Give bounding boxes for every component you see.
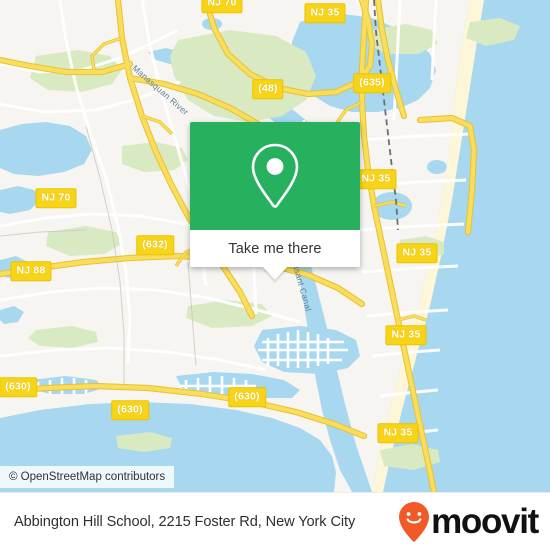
shield-632: (632) xyxy=(136,235,174,255)
shield-nj35-top: NJ 35 xyxy=(304,3,346,23)
popup-pointer-tail xyxy=(263,267,287,280)
footer-bar: Abbington Hill School, 2215 Foster Rd, N… xyxy=(0,492,550,550)
moovit-brand[interactable]: moovit xyxy=(398,501,539,543)
shield-nj70: NJ 70 xyxy=(35,188,77,208)
popup-footer[interactable]: Take me there xyxy=(190,230,360,267)
shield-nj35-lower: NJ 35 xyxy=(385,325,427,345)
shield-nj35-mid: NJ 35 xyxy=(355,169,397,189)
take-me-there-button[interactable]: Take me there xyxy=(228,241,321,257)
shield-nj70-top: NJ 70 xyxy=(201,0,243,13)
attribution-text: © OpenStreetMap contributors xyxy=(9,471,166,483)
shield-nj35-right: NJ 35 xyxy=(396,243,438,263)
popup-header xyxy=(190,122,360,230)
map-pin-icon xyxy=(251,143,299,208)
map-attribution[interactable]: © OpenStreetMap contributors xyxy=(0,466,175,488)
moovit-wordmark: moovit xyxy=(431,502,539,541)
shield-630-left: (630) xyxy=(0,377,37,397)
shield-635: (635) xyxy=(353,73,391,93)
map-canvas[interactable]: NJ 70 NJ 35 (48) (635) NJ 70 NJ 35 (632) NJ 35 N… xyxy=(0,0,550,492)
shield-630-center: (630) xyxy=(111,400,149,420)
moovit-smiley-pin-icon xyxy=(399,501,430,542)
shield-nj88: NJ 88 xyxy=(10,261,52,281)
shield-nj35-bottom: NJ 35 xyxy=(377,423,419,443)
map-screenshot: NJ 70 NJ 35 (48) (635) NJ 70 NJ 35 (632) NJ 35 N… xyxy=(0,0,550,550)
shield-48: (48) xyxy=(252,79,284,99)
place-popup-card[interactable]: Take me there xyxy=(190,122,360,280)
shield-630-right: (630) xyxy=(228,387,266,407)
place-title: Abbington Hill School, 2215 Foster Rd, N… xyxy=(14,513,356,530)
